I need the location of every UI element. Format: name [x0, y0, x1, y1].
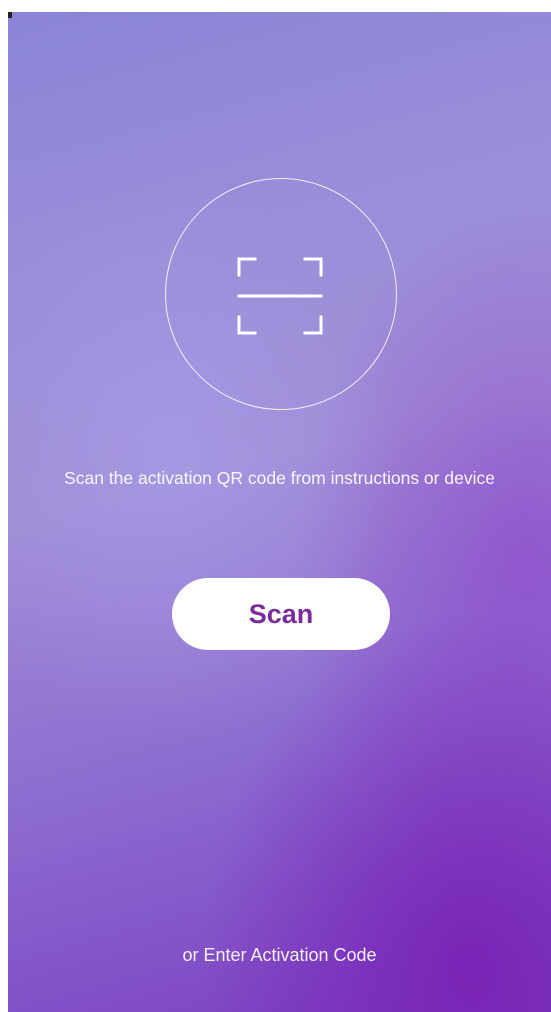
- scan-button-label: Scan: [248, 598, 314, 629]
- scan-corner-bottom-right: [303, 315, 323, 335]
- scan-corner-top-right: [303, 257, 323, 277]
- enter-activation-code-link[interactable]: or Enter Activation Code: [8, 943, 551, 967]
- qr-scan-icon: [237, 257, 323, 335]
- scan-button[interactable]: Scan: [172, 578, 390, 650]
- corner-mark: [8, 12, 12, 18]
- scan-instructions: Scan the activation QR code from instruc…: [64, 468, 495, 488]
- scan-corner-bottom-left: [237, 315, 257, 335]
- scan-corner-top-left: [237, 257, 257, 277]
- activation-screen: Scan the activation QR code from instruc…: [8, 12, 551, 1012]
